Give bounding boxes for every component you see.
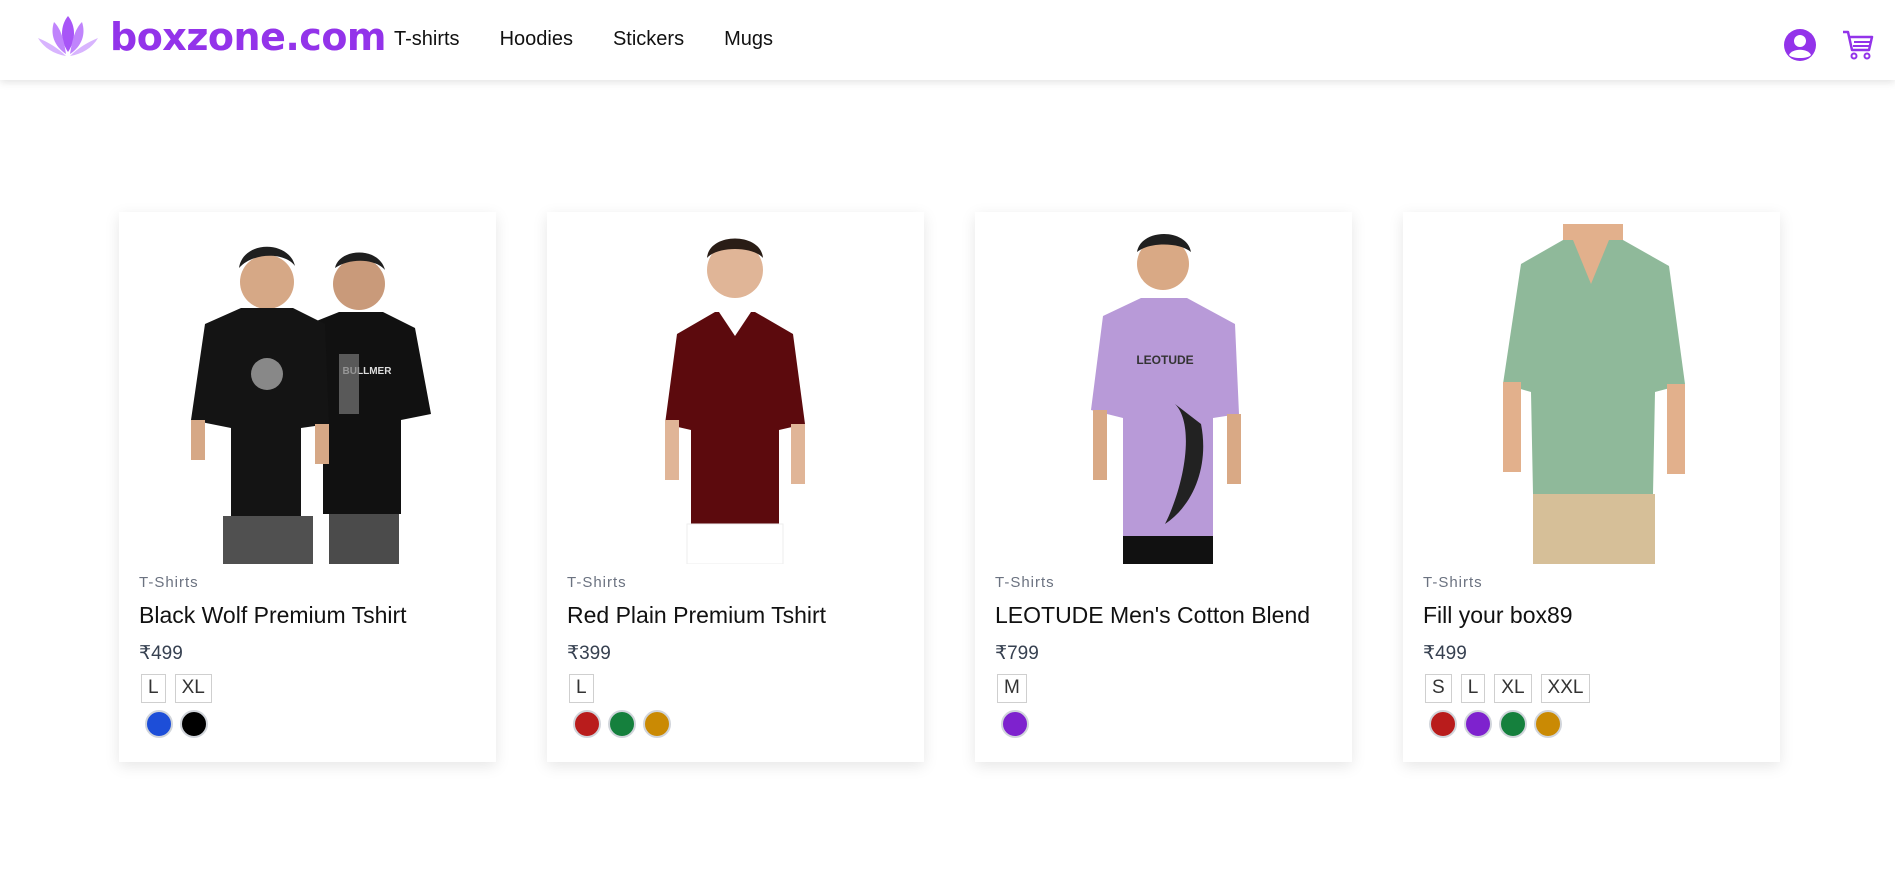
size-options: L XL <box>141 674 212 703</box>
lavender-tshirt-image: LEOTUDE <box>995 224 1332 564</box>
size-option[interactable]: XL <box>1494 674 1532 703</box>
nav-mugs[interactable]: Mugs <box>724 28 773 51</box>
product-category: T-Shirts <box>995 574 1055 591</box>
size-options: M <box>997 674 1027 703</box>
size-option[interactable]: S <box>1425 674 1452 703</box>
product-category: T-Shirts <box>139 574 199 591</box>
product-card[interactable]: BULLMER T-Shirts Black Wolf Premium Tshi… <box>119 212 496 762</box>
cart-icon[interactable] <box>1841 28 1875 62</box>
product-title[interactable]: Fill your box89 <box>1423 602 1573 629</box>
color-swatch-green[interactable] <box>1499 710 1527 738</box>
size-options: L <box>569 674 594 703</box>
color-swatch-red[interactable] <box>1429 710 1457 738</box>
color-swatch-mustard[interactable] <box>643 710 671 738</box>
product-card[interactable]: T-Shirts Fill your box89 ₹499 S L XL XXL <box>1403 212 1780 762</box>
product-image[interactable] <box>1423 224 1760 564</box>
color-swatch-black[interactable] <box>180 710 208 738</box>
product-image[interactable]: LEOTUDE <box>995 224 1332 564</box>
color-swatch-red[interactable] <box>573 710 601 738</box>
user-icon[interactable] <box>1783 28 1817 62</box>
product-title[interactable]: Red Plain Premium Tshirt <box>567 602 826 629</box>
color-swatch-green[interactable] <box>608 710 636 738</box>
size-option[interactable]: L <box>1460 674 1486 703</box>
nav-stickers[interactable]: Stickers <box>613 28 684 51</box>
brand-logo[interactable]: boxzone.com <box>34 14 387 60</box>
product-image[interactable]: BULLMER <box>139 224 476 564</box>
color-swatch-purple[interactable] <box>1464 710 1492 738</box>
color-options <box>1001 710 1029 738</box>
product-image[interactable] <box>567 224 904 564</box>
lotus-logo-icon <box>38 16 98 56</box>
color-options <box>573 710 671 738</box>
size-option[interactable]: M <box>997 674 1027 703</box>
product-category: T-Shirts <box>1423 574 1483 591</box>
main-nav: T-shirts Hoodies Stickers Mugs <box>394 28 813 51</box>
nav-tshirts[interactable]: T-shirts <box>394 28 460 51</box>
product-title[interactable]: Black Wolf Premium Tshirt <box>139 602 407 629</box>
size-option[interactable]: L <box>141 674 166 703</box>
product-card[interactable]: LEOTUDE T-Shirts LEOTUDE Men's Cotton Bl… <box>975 212 1352 762</box>
size-option[interactable]: XL <box>174 674 212 703</box>
size-option[interactable]: L <box>569 674 594 703</box>
product-card[interactable]: T-Shirts Red Plain Premium Tshirt ₹399 L <box>547 212 924 762</box>
product-grid: BULLMER T-Shirts Black Wolf Premium Tshi… <box>119 212 1780 762</box>
color-swatch-blue[interactable] <box>145 710 173 738</box>
product-price: ₹499 <box>1423 643 1467 664</box>
header-actions <box>1783 28 1875 62</box>
size-options: S L XL XXL <box>1425 674 1591 703</box>
product-category: T-Shirts <box>567 574 627 591</box>
product-price: ₹399 <box>567 643 611 664</box>
brand-name: boxzone.com <box>110 15 387 59</box>
red-polo-image <box>567 224 904 564</box>
color-swatch-mustard[interactable] <box>1534 710 1562 738</box>
black-tshirt-image: BULLMER <box>139 224 476 564</box>
product-price: ₹499 <box>139 643 183 664</box>
color-options <box>1429 710 1562 738</box>
green-polo-image <box>1423 224 1760 564</box>
product-price: ₹799 <box>995 643 1039 664</box>
size-option[interactable]: XXL <box>1540 674 1591 703</box>
color-options <box>145 710 208 738</box>
site-header: boxzone.com T-shirts Hoodies Stickers Mu… <box>0 0 1895 80</box>
svg-text:LEOTUDE: LEOTUDE <box>1136 353 1193 367</box>
product-title[interactable]: LEOTUDE Men's Cotton Blend <box>995 602 1310 629</box>
nav-hoodies[interactable]: Hoodies <box>500 28 573 51</box>
color-swatch-purple[interactable] <box>1001 710 1029 738</box>
